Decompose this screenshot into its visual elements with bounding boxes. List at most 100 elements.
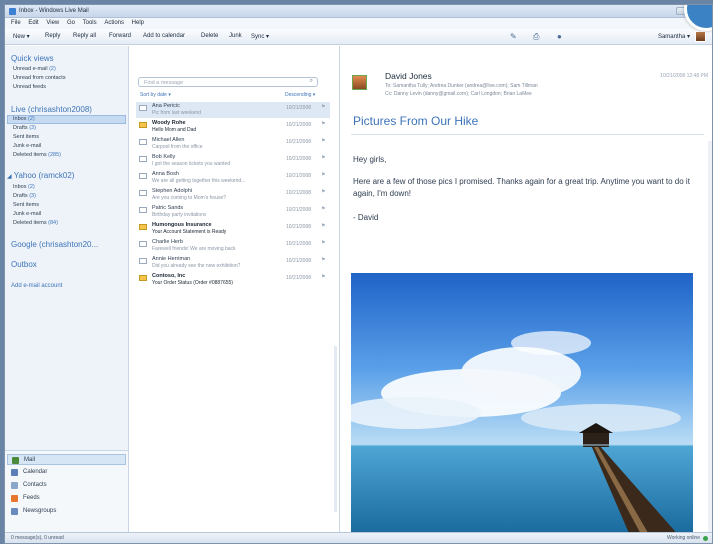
folder-unread-email[interactable]: Unread e-mail (2): [13, 66, 56, 72]
message-preview-subject: Carpool from the office: [152, 144, 203, 150]
delete-button[interactable]: Delete: [201, 33, 218, 39]
print-icon[interactable]: ⎙: [533, 32, 539, 42]
message-date: 10/21/2008 12:48 PM: [660, 73, 708, 79]
user-avatar[interactable]: [695, 31, 706, 42]
reply-all-button[interactable]: Reply all: [73, 33, 96, 39]
message-row[interactable]: Bob Kelly I got the season tickets you wa…: [136, 153, 330, 169]
help-icon[interactable]: ●: [557, 32, 562, 41]
menu-go[interactable]: Go: [67, 20, 75, 26]
message-preview-subject: I got the season tickets you wanted: [152, 161, 231, 167]
nav-feeds[interactable]: Feeds: [7, 493, 126, 504]
account-menu[interactable]: Samantha ▾: [658, 33, 690, 40]
flag-icon[interactable]: ⚑: [321, 121, 325, 127]
message-signature: - David: [353, 213, 379, 222]
search-icon[interactable]: ⌕: [310, 78, 313, 85]
nav-contacts[interactable]: Contacts: [7, 480, 126, 491]
flag-icon[interactable]: ⚑: [321, 155, 325, 161]
message-row[interactable]: Patric Sands Birthday party invitations 10…: [136, 204, 330, 220]
menu-tools[interactable]: Tools: [83, 20, 97, 26]
envelope-icon: [139, 224, 147, 230]
yahoo-account-header[interactable]: ◢ Yahoo (ramck02): [7, 171, 74, 180]
menu-help[interactable]: Help: [132, 20, 144, 26]
google-account-header[interactable]: Google (chrisashton20...: [11, 240, 98, 249]
message-row[interactable]: Humongous Insurance Your Account Statemen…: [136, 221, 330, 237]
message-list-scrollbar[interactable]: [334, 346, 337, 512]
flag-icon[interactable]: ⚑: [321, 223, 325, 229]
message-preview-subject: We are all getting together this weekend…: [152, 178, 246, 184]
folder-live-deleted[interactable]: Deleted items (285): [13, 152, 61, 158]
flag-icon[interactable]: ⚑: [321, 240, 325, 246]
sender-name[interactable]: David Jones: [385, 71, 432, 81]
message-row[interactable]: Stephen Adolphi Are you coming to Mom's h…: [136, 187, 330, 203]
menu-actions[interactable]: Actions: [104, 20, 124, 26]
search-input[interactable]: Find a message ⌕: [138, 77, 318, 87]
message-sender: Annie Herriman: [152, 256, 191, 262]
message-row-date: 10/21/2008: [286, 190, 312, 196]
folder-live-sent[interactable]: Sent items: [13, 134, 39, 140]
envelope-icon: [139, 241, 147, 247]
folder-yahoo-drafts[interactable]: Drafts (3): [13, 193, 36, 199]
window-title: Inbox - Windows Live Mail: [19, 8, 89, 14]
folder-yahoo-inbox[interactable]: Inbox (2): [13, 184, 35, 190]
menu-view[interactable]: View: [46, 20, 59, 26]
flag-icon[interactable]: ⚑: [321, 257, 325, 263]
flag-icon[interactable]: ⚑: [321, 138, 325, 144]
message-row[interactable]: Anna Bosh We are all getting together thi…: [136, 170, 330, 186]
collapse-icon[interactable]: ◢: [7, 174, 12, 180]
forward-button[interactable]: Forward: [109, 33, 131, 39]
message-row-date: 10/21/2008: [286, 105, 312, 111]
message-sender: Stephen Adolphi: [152, 188, 193, 194]
folder-live-junk[interactable]: Junk e-mail: [13, 143, 41, 149]
folder-yahoo-sent[interactable]: Sent items: [13, 202, 39, 208]
message-row[interactable]: Ana Pericic Pic from last weekend 10/21/20…: [136, 102, 330, 118]
message-row[interactable]: Michael Allen Carpool from the office 10/2…: [136, 136, 330, 152]
flag-icon[interactable]: ⚑: [321, 104, 325, 110]
calendar-icon: [11, 469, 18, 476]
message-row[interactable]: Annie Herriman Did you already see the ne…: [136, 255, 330, 271]
beach-pier-image: [351, 273, 693, 538]
folder-live-inbox[interactable]: Inbox (2): [13, 116, 35, 122]
sort-by-button[interactable]: Sort by date ▾: [140, 92, 171, 98]
flag-icon[interactable]: ⚑: [321, 274, 325, 280]
menu-file[interactable]: File: [11, 20, 21, 26]
add-email-account-link[interactable]: Add e-mail account: [11, 283, 62, 289]
reading-pane-scrollbar[interactable]: [708, 141, 712, 532]
outbox-folder[interactable]: Outbox: [11, 260, 37, 269]
message-sender: Patric Sands: [152, 205, 184, 211]
folder-unread-contacts[interactable]: Unread from contacts: [13, 75, 66, 81]
live-account-header[interactable]: Live (chrisashton2008): [11, 105, 92, 114]
message-preview-subject: Did you already see the new exhibition?: [152, 263, 241, 269]
message-row[interactable]: Charlie Herb Farewell friends! We are mov…: [136, 238, 330, 254]
message-row-date: 10/21/2008: [286, 241, 312, 247]
message-row[interactable]: Contoso, Inc Your Order Status (Order #08…: [136, 272, 330, 288]
contacts-icon: [11, 482, 18, 489]
reading-pane: David Jones To: Samantha Tully; Andrea D…: [341, 46, 712, 538]
nav-calendar[interactable]: Calendar: [7, 467, 126, 478]
sort-order-button[interactable]: Descending ▾: [285, 92, 315, 98]
mail-icon: [12, 457, 19, 464]
flag-icon[interactable]: ⚑: [321, 206, 325, 212]
attached-photo[interactable]: [351, 273, 693, 538]
folder-live-drafts[interactable]: Drafts (3): [13, 125, 36, 131]
message-row[interactable]: Woody Rohe Hello Mom and Dad 10/21/2008 ⚑: [136, 119, 330, 135]
new-button[interactable]: New ▾: [13, 33, 30, 40]
folder-yahoo-junk[interactable]: Junk e-mail: [13, 211, 41, 217]
junk-button[interactable]: Junk: [229, 33, 242, 39]
sync-button[interactable]: Sync ▾: [251, 33, 269, 40]
message-sender: Woody Rohe: [152, 120, 186, 126]
nav-mail[interactable]: Mail: [7, 454, 126, 465]
message-preview-subject: Your Account Statement is Ready: [152, 229, 227, 235]
nav-newsgroups[interactable]: Newsgroups: [7, 506, 126, 517]
flag-icon[interactable]: ⚑: [321, 172, 325, 178]
envelope-icon: [139, 139, 147, 145]
flag-icon[interactable]: ⚑: [321, 189, 325, 195]
quick-views-header[interactable]: Quick views: [11, 54, 54, 63]
message-preview-subject: Hello Mom and Dad: [152, 127, 197, 133]
add-to-calendar-button[interactable]: Add to calendar: [143, 33, 185, 39]
reply-button[interactable]: Reply: [45, 33, 60, 39]
sender-avatar: [352, 75, 367, 90]
folder-unread-feeds[interactable]: Unread feeds: [13, 84, 46, 90]
folder-yahoo-deleted[interactable]: Deleted items (84): [13, 220, 58, 226]
menu-edit[interactable]: Edit: [28, 20, 38, 26]
pen-icon[interactable]: ✎: [510, 32, 517, 41]
